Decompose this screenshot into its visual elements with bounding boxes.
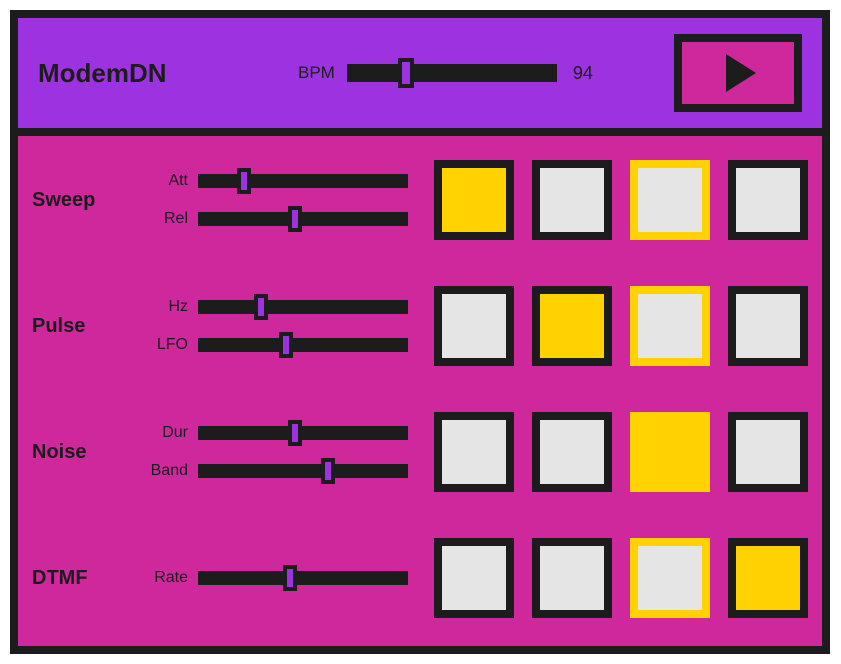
step-cell[interactable] [630, 538, 710, 618]
param-label: Hz [168, 298, 188, 316]
track-label: DTMF [32, 567, 131, 590]
track-label: Sweep [32, 189, 131, 212]
step-cell[interactable] [532, 160, 612, 240]
bpm-slider-thumb[interactable] [398, 58, 414, 88]
param-slider[interactable] [198, 464, 408, 478]
step-grid [434, 286, 808, 366]
step-cell[interactable] [728, 160, 808, 240]
step-grid [434, 160, 808, 240]
param-slider-thumb[interactable] [279, 332, 293, 358]
step-cell[interactable] [630, 160, 710, 240]
param-slider-thumb[interactable] [283, 565, 297, 591]
step-cell[interactable] [434, 538, 514, 618]
param-slider-row: Att [131, 172, 408, 190]
sequencer-body: Sweep Att Rel Pulse Hz LFO Noise Dur Band DTMF Rat… [18, 136, 822, 646]
step-cell[interactable] [532, 286, 612, 366]
track-sliders: Att Rel [131, 172, 408, 228]
param-label: Dur [162, 424, 188, 442]
step-cell[interactable] [630, 412, 710, 492]
param-slider[interactable] [198, 426, 408, 440]
param-label: Att [168, 172, 188, 190]
param-slider-thumb[interactable] [237, 168, 251, 194]
track-row: Pulse Hz LFO [32, 286, 808, 366]
step-cell[interactable] [434, 412, 514, 492]
step-cell[interactable] [728, 286, 808, 366]
param-slider-thumb[interactable] [321, 458, 335, 484]
param-slider-row: Rate [131, 569, 408, 587]
step-grid [434, 412, 808, 492]
param-slider[interactable] [198, 571, 408, 585]
step-cell[interactable] [728, 412, 808, 492]
track-row: Noise Dur Band [32, 412, 808, 492]
step-grid [434, 538, 808, 618]
param-slider-row: Dur [131, 424, 408, 442]
step-cell[interactable] [434, 160, 514, 240]
param-slider[interactable] [198, 338, 408, 352]
track-label: Pulse [32, 315, 131, 338]
param-label: LFO [157, 336, 188, 354]
step-cell[interactable] [532, 538, 612, 618]
step-cell[interactable] [630, 286, 710, 366]
param-slider-row: Rel [131, 210, 408, 228]
play-button[interactable] [674, 34, 802, 112]
track-row: DTMF Rate [32, 538, 808, 618]
bpm-slider[interactable] [347, 64, 557, 82]
param-slider[interactable] [198, 300, 408, 314]
param-slider-thumb[interactable] [254, 294, 268, 320]
param-slider-row: Band [131, 462, 408, 480]
app-title: ModemDN [38, 58, 298, 89]
track-row: Sweep Att Rel [32, 160, 808, 240]
bpm-value: 94 [573, 63, 593, 84]
param-slider-thumb[interactable] [288, 206, 302, 232]
param-slider-thumb[interactable] [288, 420, 302, 446]
param-label: Rate [154, 569, 188, 587]
track-label: Noise [32, 441, 131, 464]
play-icon [726, 54, 756, 92]
param-slider-row: LFO [131, 336, 408, 354]
bpm-control: BPM 94 [298, 63, 593, 84]
param-slider[interactable] [198, 212, 408, 226]
header-bar: ModemDN BPM 94 [18, 18, 822, 136]
param-slider-row: Hz [131, 298, 408, 316]
bpm-label: BPM [298, 63, 335, 83]
param-slider[interactable] [198, 174, 408, 188]
step-cell[interactable] [728, 538, 808, 618]
sequencer-frame: ModemDN BPM 94 Sweep Att Rel Pulse Hz LFO Nois… [10, 10, 830, 654]
track-sliders: Dur Band [131, 424, 408, 480]
param-label: Band [151, 462, 188, 480]
track-sliders: Rate [131, 569, 408, 587]
param-label: Rel [164, 210, 188, 228]
step-cell[interactable] [434, 286, 514, 366]
track-sliders: Hz LFO [131, 298, 408, 354]
step-cell[interactable] [532, 412, 612, 492]
